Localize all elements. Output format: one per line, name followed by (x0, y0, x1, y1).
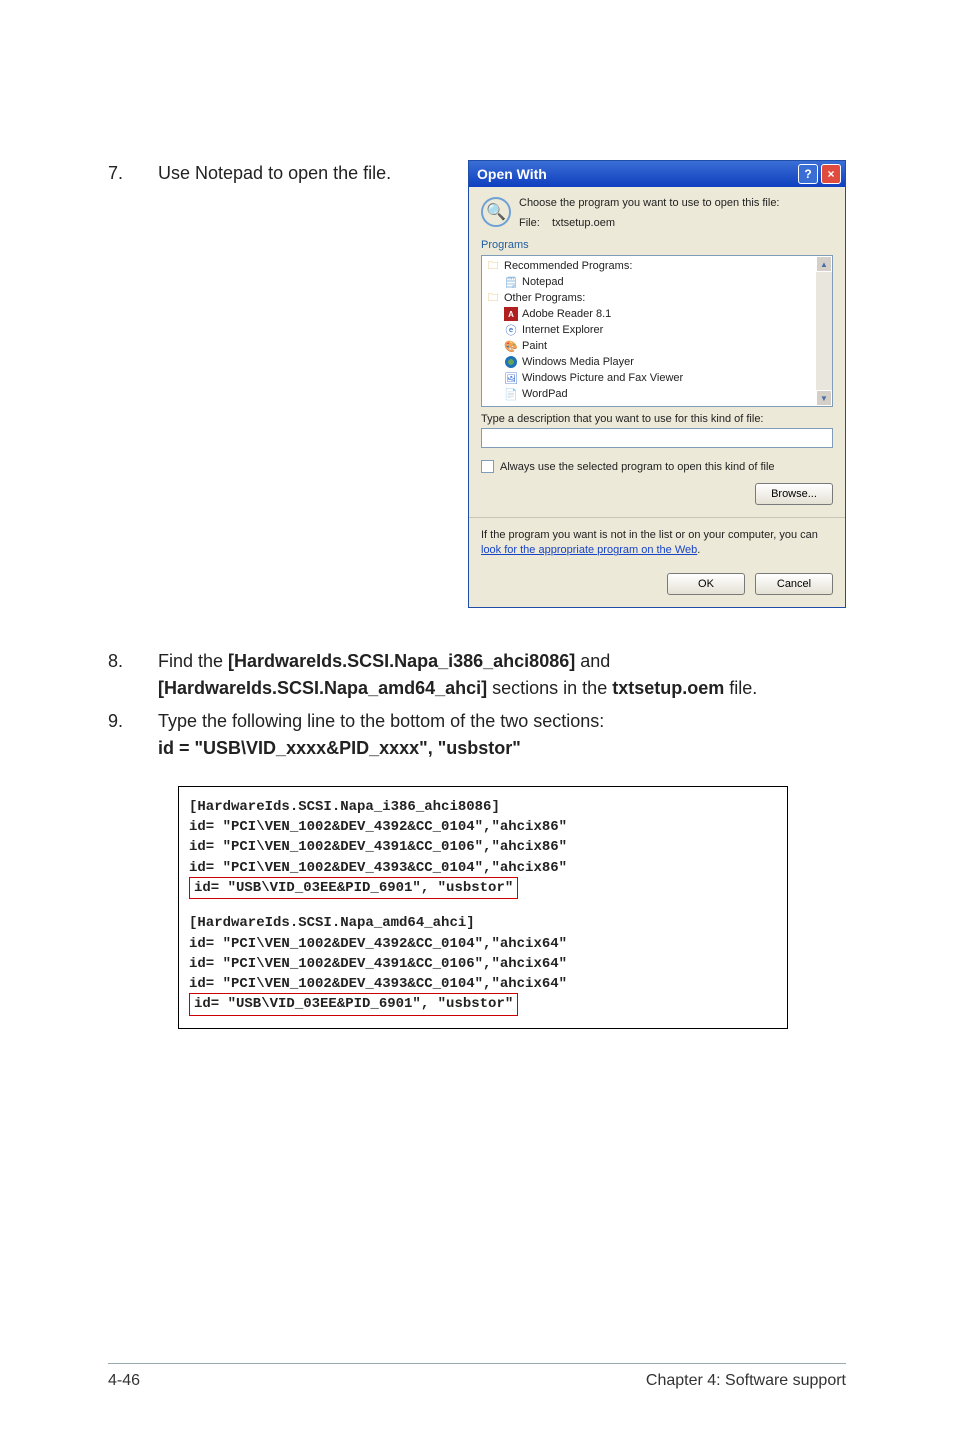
scrollbar-track[interactable] (816, 272, 832, 390)
adobe-icon: A (504, 307, 518, 321)
description-input[interactable] (481, 428, 833, 448)
always-use-checkbox[interactable] (481, 460, 494, 473)
list-item-adobe[interactable]: Adobe Reader 8.1 (522, 308, 611, 320)
always-use-label: Always use the selected program to open … (500, 461, 775, 473)
step8-num: 8. (108, 648, 158, 675)
web-note: If the program you want is not in the li… (481, 528, 833, 559)
ok-button[interactable]: OK (667, 573, 745, 595)
recommended-programs-label: Recommended Programs: (504, 260, 632, 272)
close-button[interactable]: × (821, 164, 841, 184)
notepad-icon: 🗒 (504, 275, 518, 289)
list-item-notepad[interactable]: Notepad (522, 276, 564, 288)
list-item-paint[interactable]: Paint (522, 340, 547, 352)
code-line: id= "PCI\VEN_1002&DEV_4393&CC_0104","ahc… (189, 974, 777, 994)
paint-icon: 🎨 (504, 339, 518, 353)
code-line: [HardwareIds.SCSI.Napa_i386_ahci8086] (189, 797, 777, 817)
folder-icon: 🗀 (486, 259, 500, 273)
cancel-button[interactable]: Cancel (755, 573, 833, 595)
code-line: id= "PCI\VEN_1002&DEV_4392&CC_0104","ahc… (189, 817, 777, 837)
help-button[interactable]: ? (798, 164, 818, 184)
scroll-up-button[interactable] (816, 256, 832, 272)
file-label: File: (519, 217, 540, 229)
page-number: 4-46 (108, 1372, 140, 1390)
dialog-title: Open With (477, 166, 795, 182)
listbox-scrollbar[interactable] (816, 256, 832, 406)
code-block: [HardwareIds.SCSI.Napa_i386_ahci8086] id… (178, 786, 788, 1029)
chapter-title: Chapter 4: Software support (646, 1372, 846, 1390)
code-line-highlight: id= "USB\VID_03EE&PID_6901", "usbstor" (189, 877, 518, 899)
other-programs-label: Other Programs: (504, 292, 585, 304)
code-line: id= "PCI\VEN_1002&DEV_4391&CC_0106","ahc… (189, 837, 777, 857)
code-line-highlight: id= "USB\VID_03EE&PID_6901", "usbstor" (189, 993, 518, 1015)
list-item-wpf[interactable]: Windows Picture and Fax Viewer (522, 372, 683, 384)
choose-program-text: Choose the program you want to use to op… (519, 197, 833, 209)
step9-num: 9. (108, 708, 158, 735)
code-line: [HardwareIds.SCSI.Napa_amd64_ahci] (189, 913, 777, 933)
web-lookup-link[interactable]: look for the appropriate program on the … (481, 544, 697, 556)
programs-listbox[interactable]: 🗀 Recommended Programs: 🗒 Notepad 🗀 Other P… (481, 255, 833, 407)
code-line: id= "PCI\VEN_1002&DEV_4391&CC_0106","ahc… (189, 954, 777, 974)
list-item-wordpad[interactable]: WordPad (522, 388, 568, 400)
browse-button[interactable]: Browse... (755, 483, 833, 505)
folder-icon: 🗀 (486, 291, 500, 305)
open-with-dialog: Open With ? × 🔍 Choose the program you w… (468, 160, 846, 608)
step7-text: Use Notepad to open the file. (158, 160, 438, 187)
code-line: id= "PCI\VEN_1002&DEV_4392&CC_0104","ahc… (189, 934, 777, 954)
wmp-icon (504, 355, 518, 369)
file-name: txtsetup.oem (552, 217, 615, 229)
ie-icon: ⓔ (504, 323, 518, 337)
programs-label: Programs (481, 239, 833, 251)
list-item-ie[interactable]: Internet Explorer (522, 324, 603, 336)
description-label: Type a description that you want to use … (481, 413, 833, 425)
step8-text: Find the [HardwareIds.SCSI.Napa_i386_ahc… (158, 648, 846, 702)
picture-viewer-icon: 🖼 (504, 371, 518, 385)
dialog-titlebar[interactable]: Open With ? × (469, 161, 845, 187)
step9-text: Type the following line to the bottom of… (158, 708, 846, 762)
code-line: id= "PCI\VEN_1002&DEV_4393&CC_0104","ahc… (189, 858, 777, 878)
magnifier-icon: 🔍 (481, 197, 511, 227)
scroll-down-button[interactable] (816, 390, 832, 406)
step7-num: 7. (108, 160, 158, 187)
wordpad-icon: 📄 (504, 387, 518, 401)
list-item-wmp[interactable]: Windows Media Player (522, 356, 634, 368)
